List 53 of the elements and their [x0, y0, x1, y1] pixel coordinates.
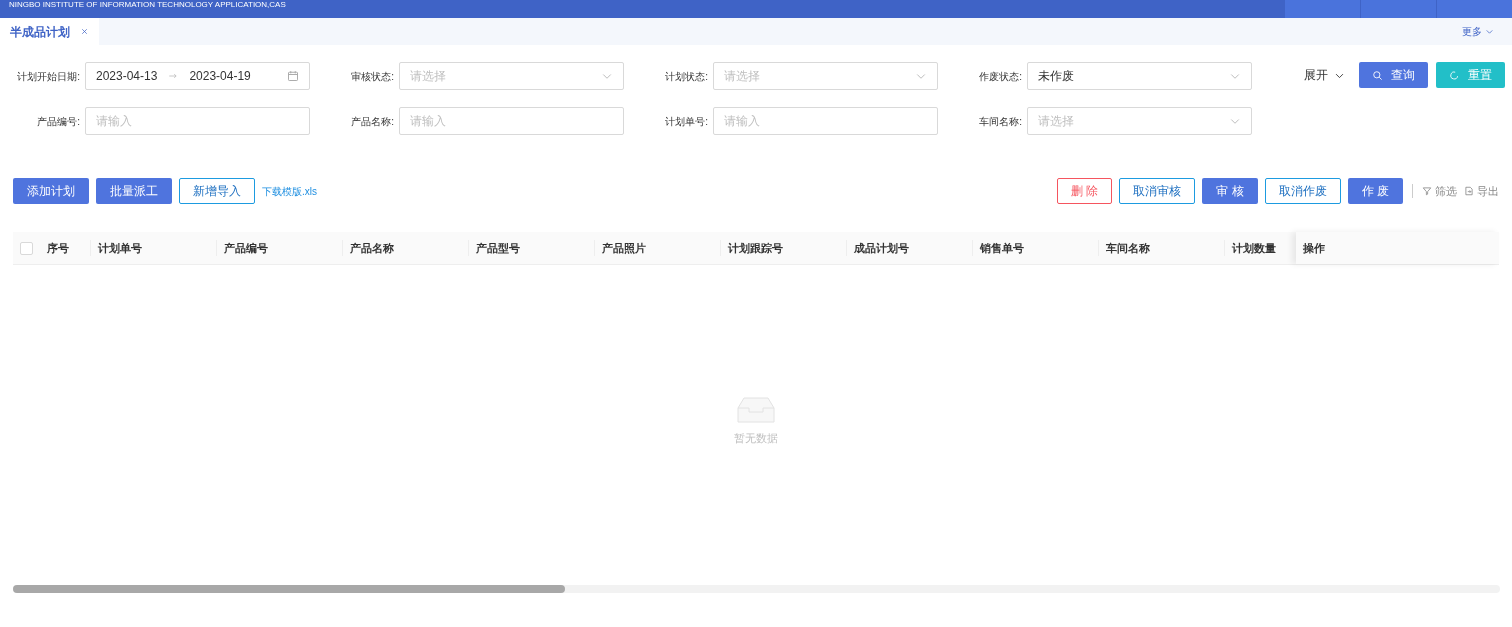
column-header: 产品照片	[595, 239, 721, 257]
action-button[interactable]: 审 核	[1202, 178, 1258, 204]
toolbar-button[interactable]: 导出	[1464, 182, 1499, 200]
header-button[interactable]	[1360, 0, 1436, 18]
toolbar-button[interactable]: 筛选	[1422, 182, 1457, 200]
filter-label: 作废状态:	[978, 69, 1023, 84]
header-button[interactable]	[1284, 0, 1360, 18]
filter-label: 计划状态:	[664, 69, 709, 84]
filter-label: 计划开始日期:	[16, 69, 81, 84]
more-menu[interactable]: 更多	[1462, 18, 1494, 45]
filter-label: 产品编号:	[36, 114, 81, 129]
action-button[interactable]: 批量派工	[96, 178, 172, 204]
tab[interactable]: 半成品计划	[0, 18, 99, 45]
action-button[interactable]: 取消审核	[1119, 178, 1196, 204]
calendar-icon	[287, 70, 299, 82]
close-icon	[80, 27, 89, 36]
template-download-link[interactable]: 下载模版.xls	[262, 183, 317, 199]
select-field[interactable]: 未作废	[1027, 62, 1252, 90]
filter-label: 计划单号:	[664, 114, 709, 129]
select-all-checkbox[interactable]	[20, 241, 33, 255]
column-header: 车间名称	[1099, 239, 1225, 257]
column-header: 销售单号	[973, 239, 1099, 257]
empty-text: 暂无数据	[734, 430, 778, 446]
search-icon	[1372, 69, 1383, 81]
filter-label: 车间名称:	[978, 114, 1023, 129]
export-icon	[1464, 186, 1474, 196]
action-button[interactable]: 添加计划	[13, 178, 89, 204]
filter-label: 审核状态:	[350, 69, 395, 84]
action-button[interactable]: 删 除	[1056, 178, 1113, 204]
column-header: 计划跟踪号	[721, 239, 847, 257]
column-header: 产品编号	[217, 239, 343, 257]
scrollbar-thumb[interactable]	[13, 585, 565, 593]
search-button[interactable]: 查询	[1359, 62, 1428, 88]
date-range-field[interactable]: 2023-04-13 2023-04-19	[85, 62, 310, 90]
column-header: 计划数量	[1231, 240, 1277, 256]
refresh-icon	[1449, 69, 1460, 81]
filter-icon	[1422, 186, 1432, 196]
column-header: 成品计划号	[847, 239, 973, 257]
action-button[interactable]: 取消作废	[1264, 178, 1341, 204]
expand-toggle[interactable]: 展开	[1304, 62, 1345, 88]
action-button[interactable]: 作 废	[1347, 178, 1403, 204]
header-title: NINGBO INSTITUTE OF INFORMATION TECHNOLOGY APPLICATION,CAS	[9, 0, 286, 10]
header-button[interactable]	[1436, 0, 1512, 18]
column-header: 产品名称	[343, 239, 469, 257]
column-header: 产品型号	[469, 239, 595, 257]
column-header: 操作	[1296, 232, 1499, 264]
column-header: 序号	[40, 239, 91, 257]
scrollbar-track[interactable]	[13, 585, 1500, 593]
action-button[interactable]: 新增导入	[179, 178, 255, 204]
column-header: 计划单号	[91, 239, 217, 257]
filter-label: 产品名称:	[350, 114, 395, 129]
reset-button[interactable]: 重置	[1436, 62, 1505, 88]
chevron-down-icon	[1485, 27, 1494, 36]
